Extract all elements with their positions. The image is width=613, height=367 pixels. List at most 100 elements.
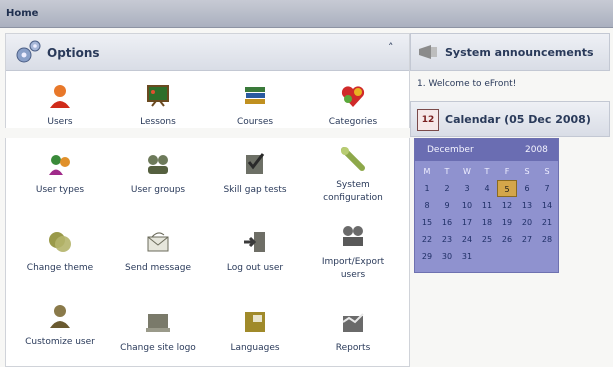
calendar-day[interactable]: 8 (417, 197, 437, 214)
customize-user-icon (50, 305, 70, 328)
calendar-day[interactable]: 26 (497, 231, 517, 248)
calendar-day[interactable]: 10 (457, 197, 477, 214)
calendar-day[interactable]: 20 (517, 214, 537, 231)
option-categories[interactable]: Categories (309, 82, 397, 129)
option-label: Customize user (25, 337, 95, 347)
user-types-icon (49, 155, 70, 175)
option-skill-gap-tests[interactable]: Skill gap tests (211, 150, 299, 197)
option-label: User groups (130, 185, 186, 195)
calendar-day[interactable]: 14 (537, 197, 557, 214)
megaphone-icon (419, 45, 437, 59)
calendar-day[interactable]: 25 (477, 231, 497, 248)
announcements-title: System announcements (445, 46, 594, 59)
gears-icon (16, 40, 41, 63)
option-courses[interactable]: Courses (211, 82, 299, 129)
option-change-site-logo[interactable]: Change site logo (114, 308, 202, 355)
calendar-day[interactable]: 24 (457, 231, 477, 248)
calendar-weekday: T (484, 167, 490, 176)
calendar-weekday: F (504, 167, 510, 176)
option-change-theme[interactable]: Change theme (16, 228, 104, 275)
categories-icon (341, 86, 365, 107)
calendar-day[interactable]: 30 (437, 248, 457, 265)
option-label: Reports (335, 343, 371, 353)
option-system-configuration[interactable]: System configuration (309, 145, 397, 205)
option-reports[interactable]: Reports (309, 308, 397, 355)
calendar-day[interactable]: 22 (417, 231, 437, 248)
import-export-users-icon (343, 226, 363, 246)
calendar-title: Calendar (05 Dec 2008) (445, 113, 591, 126)
calendar-day[interactable]: 15 (417, 214, 437, 231)
change-site-logo-icon (146, 314, 170, 332)
calendar-day[interactable]: 9 (437, 197, 457, 214)
calendar-header: 12 Calendar (05 Dec 2008) (410, 101, 610, 137)
calendar-day[interactable]: 17 (457, 214, 477, 231)
calendar-day[interactable]: 19 (497, 214, 517, 231)
calendar-weekday: W (463, 167, 471, 176)
calendar-day[interactable]: 1 (417, 180, 437, 197)
calendar-day[interactable]: 7 (537, 180, 557, 197)
option-label: Log out user (226, 263, 284, 273)
option-customize-user[interactable]: Customize user (16, 302, 104, 349)
option-label: Change theme (26, 263, 94, 273)
home-breadcrumb[interactable]: Home (6, 8, 38, 19)
skill-gap-tests-icon (246, 153, 265, 174)
lessons-icon (147, 85, 169, 107)
calendar-day[interactable]: 11 (477, 197, 497, 214)
announcement-item[interactable]: 1. Welcome to eFront! (417, 79, 516, 89)
calendar-widget: December 2008 M T W T F S S 1 2 3 4 5 6 7 8 9 10 11 12 13 14… (414, 138, 559, 273)
courses-icon (245, 87, 265, 104)
option-users[interactable]: Users (16, 82, 104, 129)
calendar-year: 2008 (525, 145, 548, 155)
collapse-icon[interactable]: ˄ (388, 41, 394, 54)
calendar-day[interactable]: 29 (417, 248, 437, 265)
option-user-groups[interactable]: User groups (114, 150, 202, 197)
scan-band (0, 128, 410, 138)
languages-icon (245, 312, 265, 332)
option-label: Send message (125, 263, 191, 273)
option-label: Skill gap tests (223, 185, 287, 195)
option-send-message[interactable]: Send message (114, 228, 202, 275)
calendar-day[interactable]: 23 (437, 231, 457, 248)
send-message-icon (147, 232, 169, 252)
calendar-day[interactable]: 6 (517, 180, 537, 197)
calendar-day[interactable]: 3 (457, 180, 477, 197)
reports-icon (342, 313, 364, 332)
calendar-day[interactable]: 28 (537, 231, 557, 248)
option-label: System configuration (323, 180, 383, 203)
announcements-header: System announcements (410, 33, 610, 71)
log-out-user-icon (244, 232, 265, 252)
system-configuration-icon (341, 147, 365, 171)
option-lessons[interactable]: Lessons (114, 82, 202, 129)
change-theme-icon (49, 232, 71, 252)
user-groups-icon (148, 155, 168, 174)
option-user-types[interactable]: User types (16, 150, 104, 197)
calendar-weekday: M (423, 167, 431, 176)
option-import-export-users[interactable]: Import/Export users (309, 222, 397, 282)
option-label: User types (35, 185, 85, 195)
calendar-weekday: T (444, 167, 450, 176)
option-log-out-user[interactable]: Log out user (211, 228, 299, 275)
option-languages[interactable]: Languages (211, 308, 299, 355)
calendar-day[interactable]: 2 (437, 180, 457, 197)
calendar-day-selected[interactable]: 5 (497, 180, 517, 197)
calendar-day[interactable]: 4 (477, 180, 497, 197)
calendar-day[interactable]: 13 (517, 197, 537, 214)
calendar-day[interactable]: 27 (517, 231, 537, 248)
calendar-month: December (427, 145, 474, 155)
option-label: Languages (230, 343, 280, 353)
calendar-day[interactable]: 21 (537, 214, 557, 231)
options-title: Options (47, 46, 100, 60)
calendar-weekday: S (544, 167, 550, 176)
user-icon (50, 85, 70, 108)
calendar-day[interactable]: 31 (457, 248, 477, 265)
calendar-day[interactable]: 18 (477, 214, 497, 231)
calendar-month-bar: December 2008 (415, 139, 558, 161)
calendar-weekday: S (524, 167, 530, 176)
option-label: Import/Export users (321, 257, 385, 280)
top-navigation-bar: Home (0, 0, 613, 28)
calendar-day[interactable]: 12 (497, 197, 517, 214)
calendar-day[interactable]: 16 (437, 214, 457, 231)
calendar-icon: 12 (417, 109, 439, 131)
options-panel-header: Options ˄ (6, 34, 409, 71)
option-label: Change site logo (120, 343, 196, 353)
